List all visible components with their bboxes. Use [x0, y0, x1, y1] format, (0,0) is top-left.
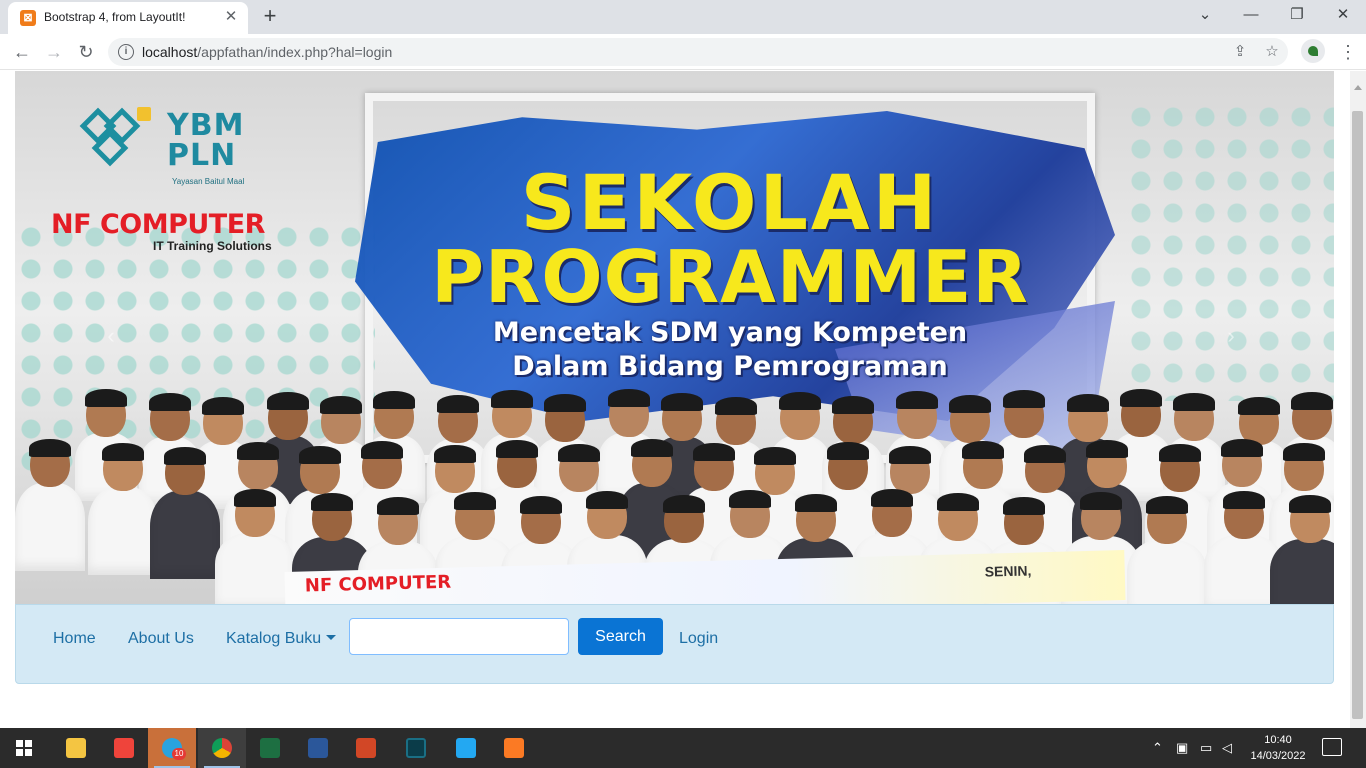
address-url[interactable]: localhost/appfathan/index.php?hal=login: [142, 44, 392, 60]
photo-banner-date: SENIN,: [984, 562, 1032, 580]
taskbar-file-explorer[interactable]: [52, 728, 100, 768]
profile-avatar[interactable]: [1301, 39, 1325, 63]
nav-catalog-label: Katalog Buku: [226, 630, 322, 647]
tab-title: Bootstrap 4, from LayoutIt!: [44, 10, 186, 24]
taskbar-chrome[interactable]: [198, 728, 246, 768]
carousel-prev-icon[interactable]: ‹: [101, 325, 121, 347]
headline-sekolah: SEKOLAH: [520, 158, 940, 247]
terminal-icon: [406, 738, 426, 758]
close-window-icon[interactable]: ✕: [1320, 4, 1366, 28]
browser-menu-icon[interactable]: ⋮: [1336, 40, 1360, 64]
tray-overflow-icon[interactable]: ⌃: [1152, 740, 1163, 756]
taskbar-anydesk[interactable]: [100, 728, 148, 768]
start-icon: [16, 740, 32, 756]
scrollbar-thumb[interactable]: [1352, 111, 1363, 719]
nf-computer-tagline: IT Training Solutions: [153, 239, 272, 253]
hero-carousel: YBM PLN Yayasan Baitul Maal NF COMPUTER I…: [15, 71, 1334, 604]
clock-time: 10:40: [1264, 734, 1292, 746]
ybm-pln-logo: YBM PLN Yayasan Baitul Maal: [77, 101, 267, 191]
browser-toolbar: ← → ↻ i localhost/appfathan/index.php?ha…: [0, 34, 1366, 70]
anydesk-icon: [114, 738, 134, 758]
bookmark-star-icon[interactable]: ☆: [1262, 42, 1282, 62]
clock-date: 14/03/2022: [1250, 750, 1306, 762]
nav-about-link[interactable]: About Us: [128, 629, 194, 649]
layoutit-favicon-icon: ⊠: [20, 10, 36, 26]
site-info-icon[interactable]: i: [118, 44, 134, 60]
start-button[interactable]: [0, 728, 48, 768]
volume-muted-icon[interactable]: ◁: [1222, 740, 1232, 756]
url-path: /appfathan/index.php?hal=login: [197, 44, 393, 60]
page-scrollbar[interactable]: [1350, 71, 1366, 728]
forward-icon[interactable]: →: [42, 40, 66, 64]
search-button[interactable]: Search: [578, 618, 663, 655]
taskbar-excel[interactable]: [246, 728, 294, 768]
excel-icon: [260, 738, 280, 758]
tray-updates-icon[interactable]: ▣: [1176, 740, 1188, 756]
taskbar-word[interactable]: [294, 728, 342, 768]
taskbar-vscode[interactable]: [442, 728, 490, 768]
share-icon[interactable]: ⇪: [1230, 42, 1250, 62]
minimize-icon[interactable]: —: [1228, 4, 1274, 28]
reload-icon[interactable]: ↻: [74, 40, 98, 64]
photo-person: [15, 439, 85, 571]
ybm-pln-mark-icon: [77, 101, 157, 181]
photo-person: [149, 447, 220, 579]
ybm-wordmark: YBM PLN: [167, 108, 245, 173]
nav-login-link[interactable]: Login: [679, 629, 718, 649]
decor-dots-right: [1125, 101, 1334, 401]
notification-center-icon[interactable]: [1322, 738, 1342, 756]
headline-programmer: PROGRAMMER: [431, 235, 1029, 319]
windows-taskbar: 10 ⌃ ▣ ▭ ◁ 10:40 14/03/2022: [0, 728, 1366, 768]
taskbar-powerpoint[interactable]: [342, 728, 390, 768]
ybm-subtitle: Yayasan Baitul Maal: [172, 177, 245, 186]
taskbar-clock[interactable]: 10:40 14/03/2022: [1248, 732, 1308, 764]
tagline-line-1: Mencetak SDM yang Kompeten: [492, 317, 968, 348]
restore-icon[interactable]: ❐: [1274, 4, 1320, 28]
word-icon: [308, 738, 328, 758]
browser-tabstrip: ⊠ Bootstrap 4, from LayoutIt! ✕ + ⌄ — ❐ …: [0, 0, 1366, 34]
photo-person: [1127, 496, 1208, 604]
telegram-badge: 10: [172, 748, 186, 760]
search-input[interactable]: [349, 618, 569, 655]
carousel-next-icon[interactable]: ›: [1221, 325, 1241, 347]
url-host: localhost: [142, 44, 198, 60]
network-icon[interactable]: ▭: [1200, 740, 1212, 756]
main-navbar: Home About Us Katalog Buku Search Login: [15, 604, 1334, 684]
tab-search-icon[interactable]: ⌄: [1182, 4, 1228, 28]
nav-home-link[interactable]: Home: [53, 629, 96, 649]
nav-catalog-dropdown[interactable]: Katalog Buku: [226, 629, 337, 649]
taskbar-telegram[interactable]: 10: [148, 728, 196, 768]
chrome-icon: [212, 738, 232, 758]
powerpoint-icon: [356, 738, 376, 758]
scroll-up-icon[interactable]: [1354, 85, 1362, 90]
photo-person: [215, 489, 295, 604]
taskbar-terminal[interactable]: [392, 728, 440, 768]
browser-tab[interactable]: ⊠ Bootstrap 4, from LayoutIt! ✕: [8, 2, 248, 34]
back-icon[interactable]: ←: [10, 40, 34, 64]
new-tab-icon[interactable]: +: [258, 4, 282, 28]
photo-person: [87, 443, 158, 575]
file-explorer-icon: [66, 738, 86, 758]
address-bar[interactable]: i localhost/appfathan/index.php?hal=logi…: [108, 38, 1288, 66]
vscode-icon: [456, 738, 476, 758]
taskbar-xampp[interactable]: [490, 728, 538, 768]
nf-computer-logo: NF COMPUTER: [51, 209, 265, 240]
photo-banner-text: NF COMPUTER: [304, 571, 452, 597]
tab-close-icon[interactable]: ✕: [222, 8, 240, 26]
xampp-icon: [504, 738, 524, 758]
caret-down-icon: [326, 635, 337, 640]
page-viewport: YBM PLN Yayasan Baitul Maal NF COMPUTER I…: [0, 71, 1350, 728]
photo-person: [1270, 495, 1334, 604]
